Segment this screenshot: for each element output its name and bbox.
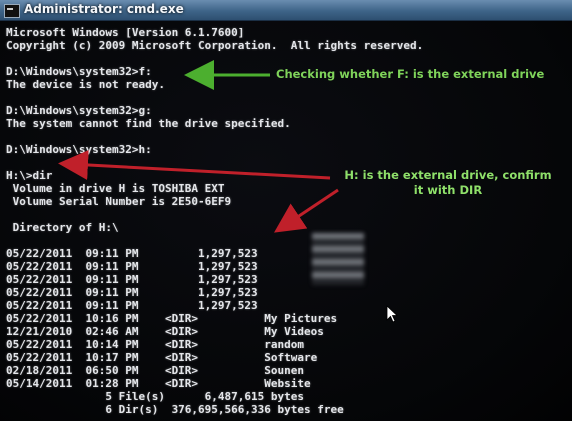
console-line: Volume Serial Number is 2E50-6EF9 — [6, 195, 232, 208]
console-line: 05/22/2011 09:11 PM 1,297,523 — [6, 273, 265, 286]
console-line: Copyright (c) 2009 Microsoft Corporation… — [6, 39, 424, 52]
console-line: H:\>dir — [6, 169, 53, 182]
console-line: 05/22/2011 09:11 PM 1,297,523 — [6, 299, 265, 312]
console-line: 6 Dir(s) 376,695,566,336 bytes free — [6, 403, 344, 416]
annotation-red-line1: H: is the external drive, confirm — [344, 168, 552, 182]
console-line: 5 File(s) 6,487,615 bytes — [6, 390, 305, 403]
console-line: 05/22/2011 09:11 PM 1,297,523 — [6, 286, 265, 299]
console-line: 05/22/2011 10:16 PM <DIR> My Pictures — [6, 312, 338, 325]
console-line: D:\Windows\system32>h: — [6, 143, 152, 156]
title-bar[interactable]: Administrator: cmd.exe — [0, 0, 572, 21]
console-line: D:\Windows\system32>g: — [6, 104, 152, 117]
annotation-red: H: is the external drive, confirm it wit… — [338, 168, 558, 198]
console-line: The system cannot find the drive specifi… — [6, 117, 291, 130]
console-line: The device is not ready. — [6, 78, 165, 91]
cmd-icon — [4, 4, 20, 18]
window-title: Administrator: cmd.exe — [24, 2, 184, 16]
annotation-red-line2: it with DIR — [413, 183, 483, 197]
console-line: Volume in drive H is TOSHIBA EXT — [6, 182, 225, 195]
console-line: 05/22/2011 10:17 PM <DIR> Software — [6, 351, 318, 364]
console-line: 12/21/2010 02:46 AM <DIR> My Videos — [6, 325, 324, 338]
cmd-window: Administrator: cmd.exe Microsoft Windows… — [0, 0, 572, 421]
console-line: Microsoft Windows [Version 6.1.7600] — [6, 26, 245, 39]
console-line: 05/22/2011 09:11 PM 1,297,523 — [6, 247, 265, 260]
annotation-green: Checking whether F: is the external driv… — [276, 67, 545, 81]
console-line: 02/18/2011 06:50 PM <DIR> Sounen — [6, 364, 305, 377]
mouse-pointer-icon — [386, 305, 398, 323]
console-output[interactable]: Microsoft Windows [Version 6.1.7600] Copy… — [6, 24, 566, 419]
blurred-filename-block — [312, 233, 364, 285]
console-line: Directory of H:\ — [6, 221, 119, 234]
console-line: 05/22/2011 10:14 PM <DIR> random — [6, 338, 305, 351]
console-line: D:\Windows\system32>f: — [6, 65, 152, 78]
console-line: 05/22/2011 09:11 PM 1,297,523 — [6, 260, 265, 273]
console-line: 05/14/2011 01:28 PM <DIR> Website — [6, 377, 311, 390]
